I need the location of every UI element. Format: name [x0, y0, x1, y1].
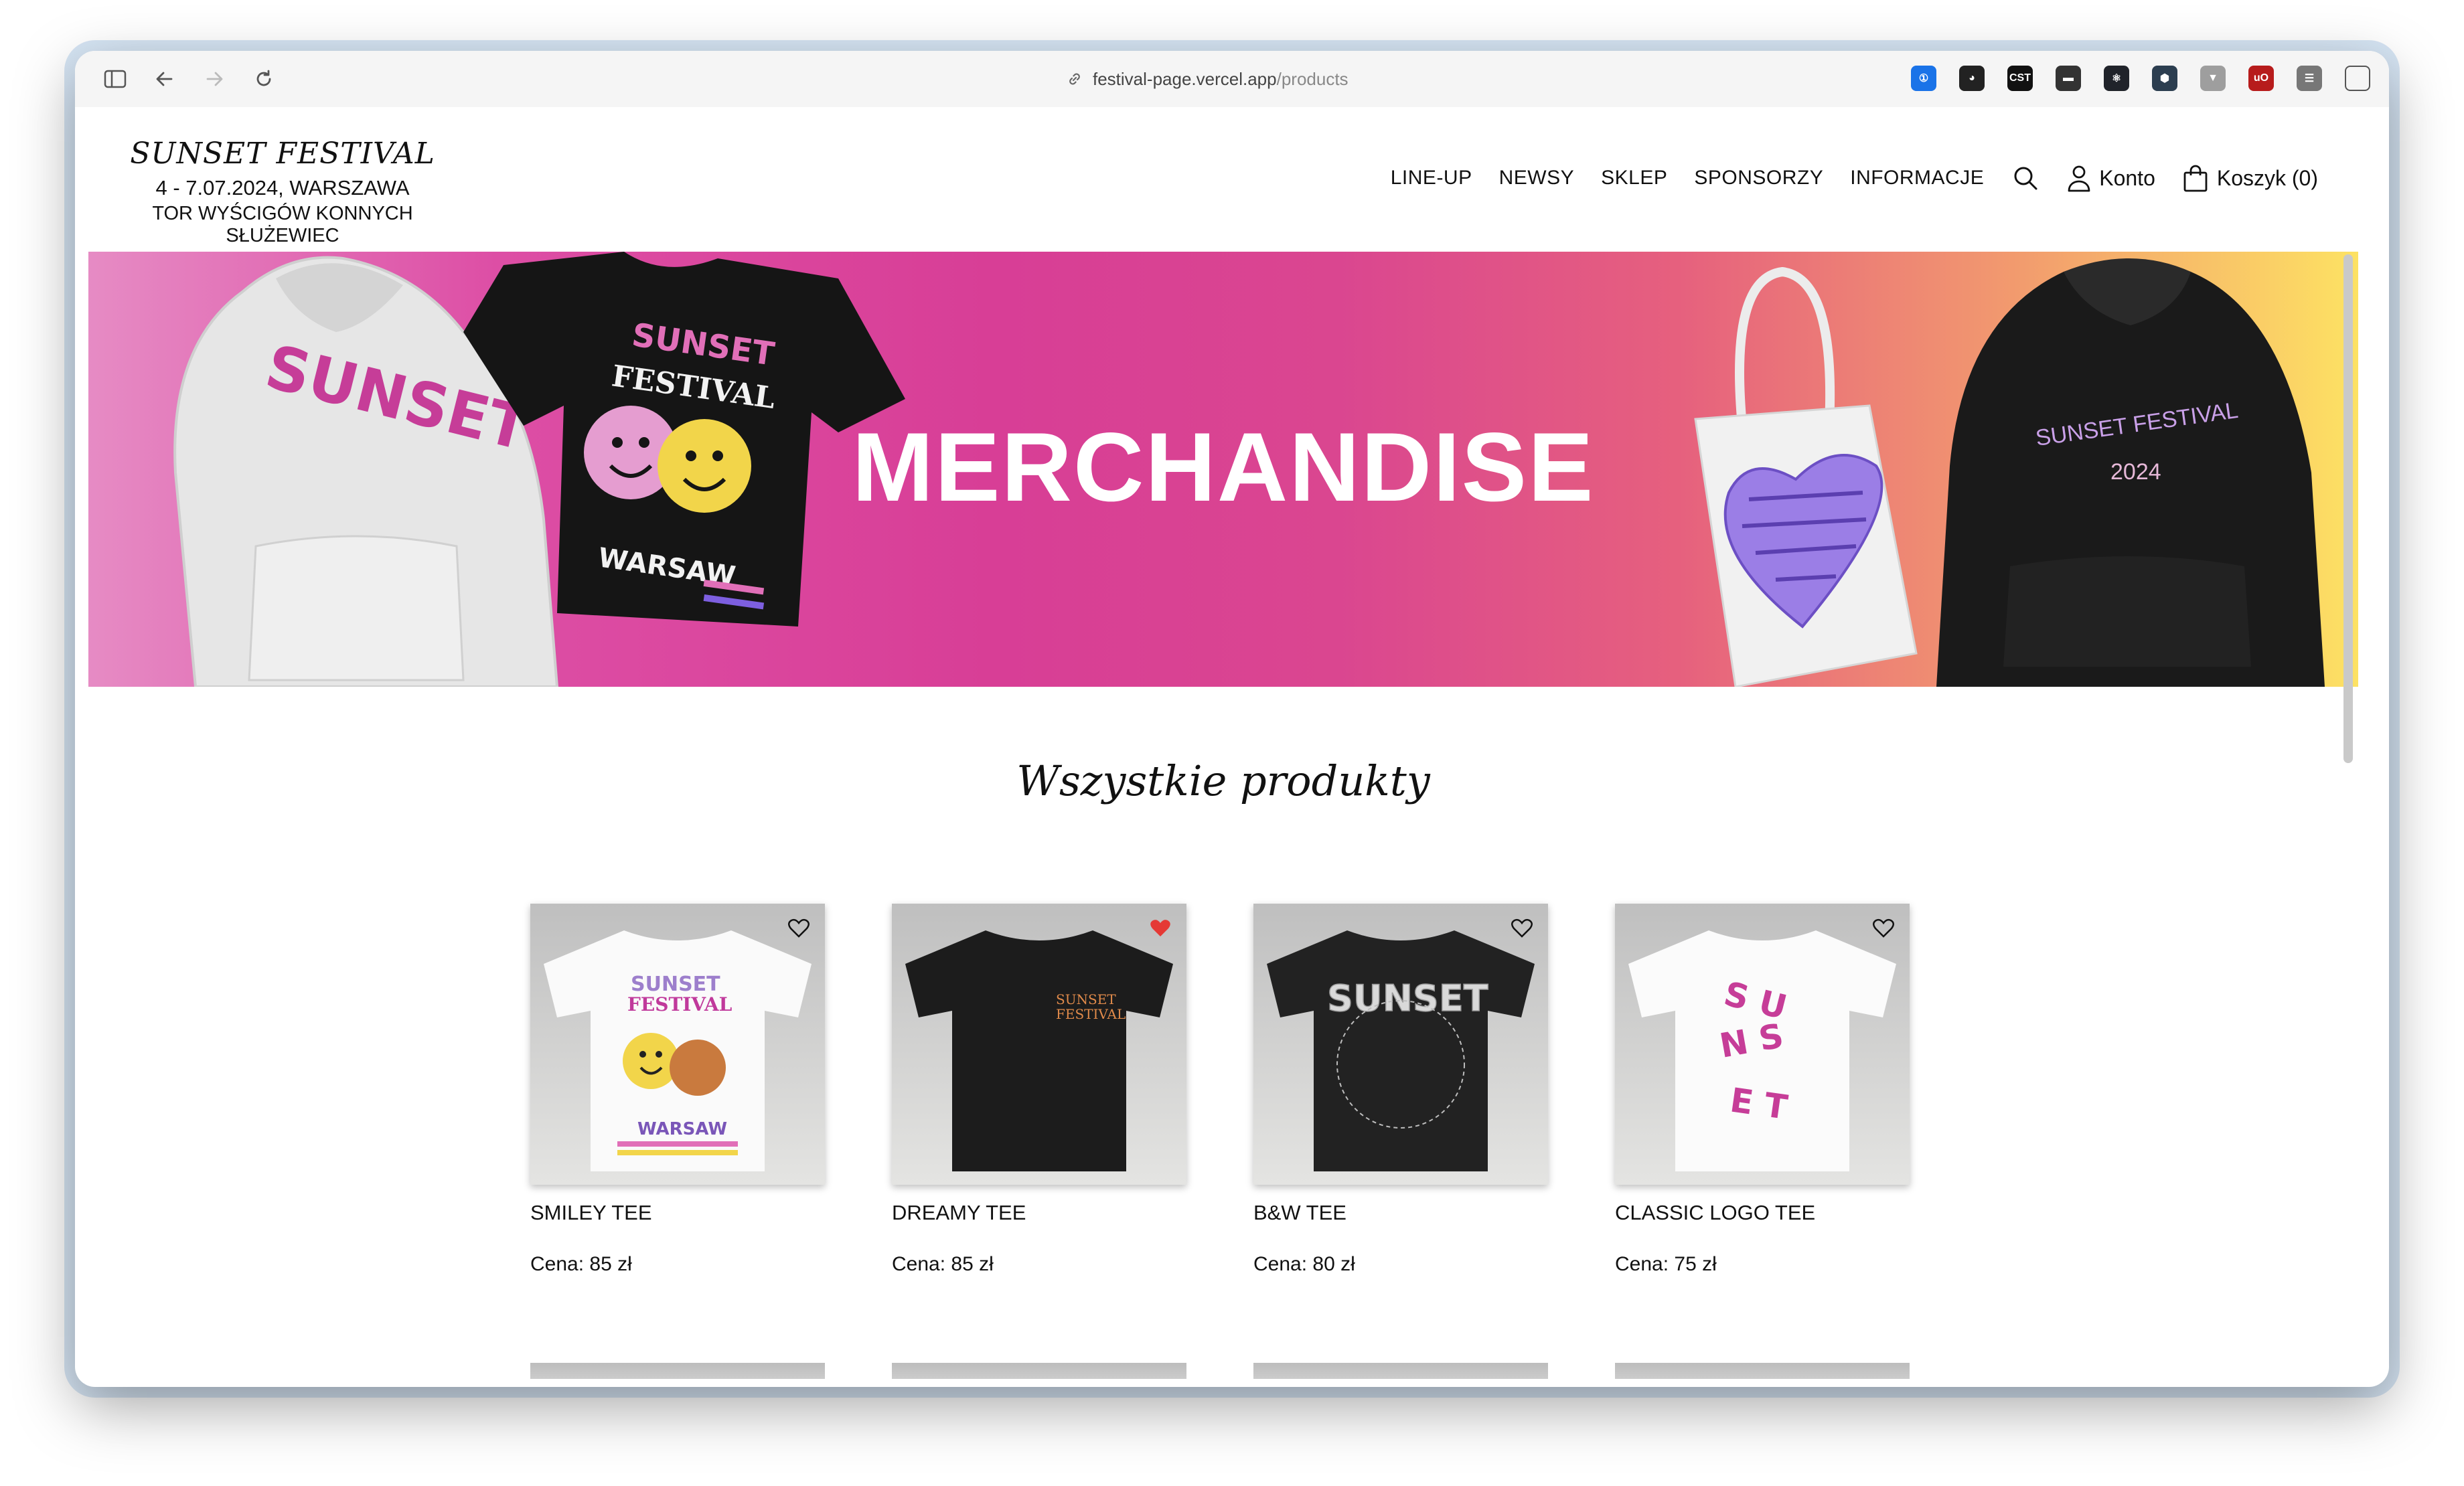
sidebar-toggle-icon[interactable]: [102, 66, 129, 92]
favorite-heart-icon[interactable]: [1149, 917, 1172, 940]
bw-tee-image: SUNSET: [1267, 930, 1535, 1171]
festival-dates: 4 - 7.07.2024, WARSZAWA: [155, 176, 410, 199]
reload-icon[interactable]: [250, 66, 277, 92]
svg-text:FESTIVAL: FESTIVAL: [627, 993, 733, 1015]
svg-text:SUNSET: SUNSET: [1327, 977, 1488, 1019]
favorite-heart-icon[interactable]: [1511, 917, 1533, 940]
shopping-bag-icon: [2183, 165, 2208, 192]
product-image-partial[interactable]: [1253, 1363, 1548, 1379]
web-page: SUNSET FESTIVAL 4 - 7.07.2024, WARSZAWA …: [88, 107, 2358, 1379]
product-grid-next-row: [530, 1363, 1910, 1379]
nav-item-newsy[interactable]: NEWSY: [1499, 167, 1575, 189]
product-card[interactable]: S U N S E T CLASSIC LOGO TEE Cena: 75 zł: [1615, 904, 1910, 1276]
product-name[interactable]: DREAMY TEE: [892, 1201, 1186, 1225]
brand-name: SUNSET FESTIVAL: [130, 137, 435, 171]
product-price: Cena: 85 zł: [530, 1253, 632, 1275]
react-icon[interactable]: ⚛: [2104, 66, 2129, 91]
ublock-icon[interactable]: uO: [2248, 66, 2274, 91]
cart-label: Koszyk (0): [2216, 165, 2318, 190]
product-name[interactable]: B&W TEE: [1253, 1201, 1548, 1225]
smiley-tee-image: SUNSET FESTIVAL WARSAW: [544, 930, 812, 1171]
favorite-heart-icon[interactable]: [787, 917, 810, 940]
link-icon: [1069, 73, 1080, 85]
product-image-partial[interactable]: [892, 1363, 1186, 1379]
product-grid: SUNSET FESTIVAL WARSAW SMILEY TEE Cena: …: [530, 904, 1910, 1276]
svg-text:FESTIVAL: FESTIVAL: [1056, 1006, 1126, 1022]
url-path: /products: [1276, 68, 1349, 89]
svg-text:WARSAW: WARSAW: [637, 1119, 727, 1139]
product-image-partial[interactable]: [1615, 1363, 1910, 1379]
panda-icon[interactable]: ◕: [1959, 66, 1985, 91]
product-image[interactable]: S U N S E T: [1615, 904, 1910, 1185]
product-name[interactable]: CLASSIC LOGO TEE: [1615, 1201, 1910, 1225]
hexagon-icon[interactable]: ⬢: [2152, 66, 2177, 91]
nav-item-informacje[interactable]: INFORMACJE: [1850, 167, 1984, 189]
product-price: Cena: 85 zł: [892, 1253, 994, 1275]
extensions-bar: ① ◕ CST ▬ ⚛ ⬢ ▼ uO ☰: [1911, 66, 2370, 91]
product-price: Cena: 75 zł: [1615, 1253, 1717, 1275]
product-card[interactable]: SUNSET FESTIVAL WARSAW SMILEY TEE Cena: …: [530, 904, 825, 1276]
site-header: SUNSET FESTIVAL 4 - 7.07.2024, WARSZAWA …: [88, 107, 2358, 252]
cst-icon[interactable]: CST: [2007, 66, 2033, 91]
product-image[interactable]: SUNSET FESTIVAL: [892, 904, 1186, 1185]
svg-text:SUNSET: SUNSET: [631, 973, 720, 996]
banner-title: MERCHANDISE: [852, 412, 1595, 521]
list-icon[interactable]: ☰: [2297, 66, 2322, 91]
hero-banner: SUNSET SUNSET FESTIVAL WARSAW SUNSET FES…: [88, 252, 2358, 687]
url-host: festival-page.vercel.app: [1093, 68, 1277, 89]
terminal-icon[interactable]: ▬: [2056, 66, 2081, 91]
product-image[interactable]: SUNSET: [1253, 904, 1548, 1185]
address-bar[interactable]: festival-page.vercel.app/products: [1066, 66, 1441, 92]
product-card[interactable]: SUNSET B&W TEE Cena: 80 zł: [1253, 904, 1548, 1276]
svg-text:E T: E T: [1727, 1080, 1790, 1127]
1password-icon[interactable]: ①: [1911, 66, 1936, 91]
product-name[interactable]: SMILEY TEE: [530, 1201, 825, 1225]
vue-icon[interactable]: ▼: [2200, 66, 2226, 91]
product-image[interactable]: SUNSET FESTIVAL WARSAW: [530, 904, 825, 1185]
product-card[interactable]: SUNSET FESTIVAL DREAMY TEE Cena: 85 zł: [892, 904, 1186, 1276]
nav-item-sponsorzy[interactable]: SPONSORZY: [1694, 167, 1823, 189]
section-title: Wszystkie produkty: [1016, 756, 1430, 805]
account-label: Konto: [2099, 165, 2155, 190]
nav-item-line-up[interactable]: LINE-UP: [1391, 167, 1472, 189]
nav-item-sklep[interactable]: SKLEP: [1601, 167, 1667, 189]
sidebar-right-icon[interactable]: [2345, 66, 2370, 91]
favorite-heart-icon[interactable]: [1872, 917, 1895, 940]
back-icon[interactable]: [151, 66, 178, 92]
cart-link[interactable]: Koszyk (0): [2182, 163, 2318, 193]
festival-venue: TOR WYŚCIGÓW KONNYCH SŁUŻEWIEC: [152, 203, 413, 246]
site-logo[interactable]: SUNSET FESTIVAL 4 - 7.07.2024, WARSZAWA …: [102, 137, 463, 247]
page-scrollbar[interactable]: [2343, 254, 2353, 763]
account-link[interactable]: Konto: [2067, 163, 2155, 193]
dreamy-tee-image: SUNSET FESTIVAL: [905, 930, 1173, 1171]
search-icon[interactable]: [2011, 163, 2040, 193]
classic-logo-tee-image: S U N S E T: [1628, 930, 1896, 1171]
browser-window: festival-page.vercel.app/products ① ◕ CST ▬…: [75, 51, 2389, 1387]
svg-text:SUNSET: SUNSET: [1056, 991, 1116, 1007]
forward-icon[interactable]: [201, 66, 228, 92]
product-price: Cena: 80 zł: [1253, 1253, 1355, 1275]
main-nav: LINE-UP NEWSY SKLEP SPONSORZY INFORMACJE…: [1391, 163, 2318, 193]
product-image-partial[interactable]: [530, 1363, 825, 1379]
user-icon: [2068, 165, 2090, 192]
browser-toolbar: festival-page.vercel.app/products ① ◕ CST ▬…: [75, 51, 2389, 107]
